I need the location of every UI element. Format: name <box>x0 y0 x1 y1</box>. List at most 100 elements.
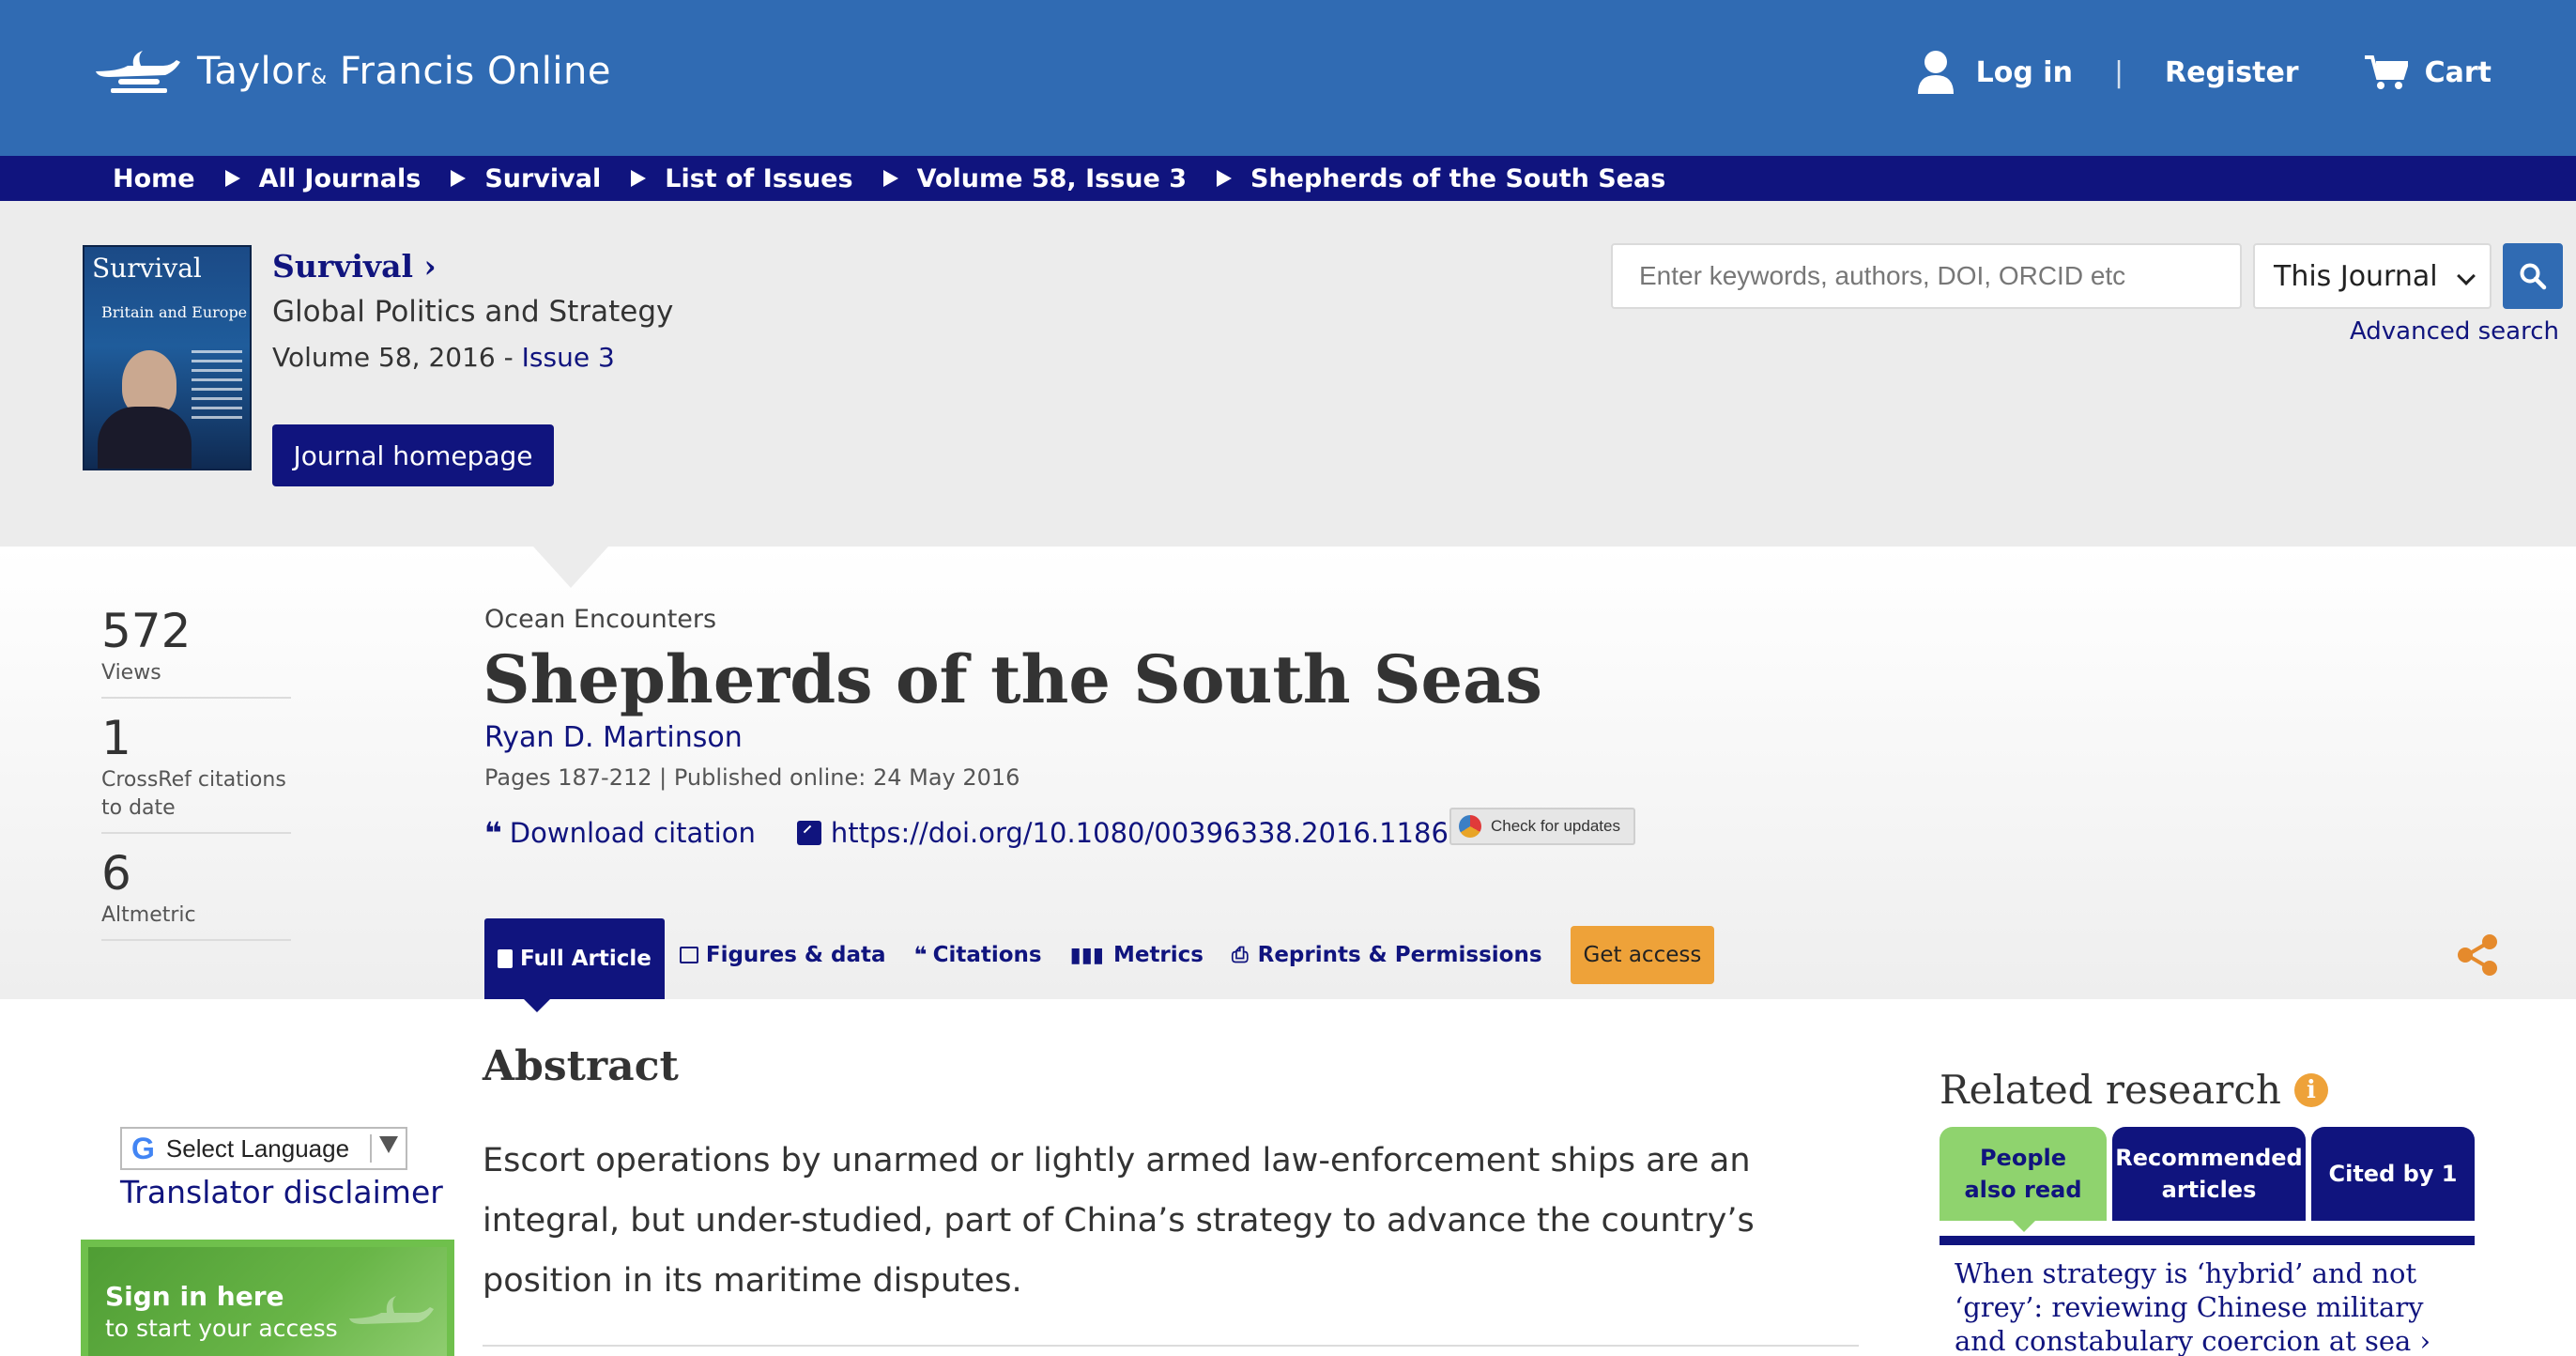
account-links: Log in | Register Cart <box>1916 49 2492 96</box>
search-icon <box>2520 263 2547 290</box>
metric-value: 6 <box>101 846 131 901</box>
document-icon <box>498 949 513 968</box>
article-pages-published: Pages 187-212 | Published online: 24 May… <box>484 764 1020 791</box>
citation-row: ❝ Download citation https://doi.org/10.1… <box>484 815 1500 851</box>
cover-title: Survival <box>92 253 202 284</box>
journal-title-link[interactable]: Survival › <box>272 248 437 285</box>
cover-figure <box>98 407 192 469</box>
crossmark-icon <box>1459 815 1481 838</box>
doi-link[interactable]: https://doi.org/10.1080/00396338.2016.11… <box>831 817 1500 849</box>
related-tabs-bar <box>1940 1236 2475 1245</box>
related-research-heading: Related research i <box>1940 1067 2328 1113</box>
metric-value: 1 <box>101 711 131 765</box>
related-article-link[interactable]: When strategy is ‘hybrid’ and not ‘grey’… <box>1955 1256 2480 1356</box>
info-icon[interactable]: i <box>2293 1072 2328 1107</box>
lamp-watermark-icon <box>349 1296 434 1324</box>
tab-people-also-read[interactable]: People also read <box>1940 1127 2107 1232</box>
cart-link[interactable]: Cart <box>2425 56 2492 89</box>
breadcrumb-arrow-icon <box>1217 170 1232 187</box>
abstract-text: Escort operations by unarmed or lightly … <box>483 1142 1755 1300</box>
advanced-search-link[interactable]: Advanced search <box>2350 317 2559 346</box>
search-scope-select[interactable]: This Journal <box>2253 243 2492 309</box>
tab-recommended-articles[interactable]: Recommended articles <box>2112 1127 2306 1221</box>
journal-subtitle: Global Politics and Strategy <box>272 295 674 329</box>
breadcrumb-survival[interactable]: Survival <box>484 164 601 193</box>
section-pointer <box>533 547 608 588</box>
abstract-heading: Abstract <box>483 1042 679 1090</box>
metric-altmetric[interactable]: 6 Altmetric <box>101 845 291 941</box>
tab-cited-by[interactable]: Cited by 1 <box>2311 1127 2475 1221</box>
metric-label: Altmetric <box>101 903 196 927</box>
related-tabs: People also read Recommended articles Ci… <box>1940 1127 2475 1232</box>
search-button[interactable] <box>2503 243 2563 309</box>
article-title: Shepherds of the South Seas <box>483 640 1542 718</box>
tab-citations[interactable]: ❝ Citations <box>914 926 1042 984</box>
breadcrumb-arrow-icon <box>451 170 467 187</box>
sign-in-banner[interactable]: Sign in here to start your access <box>81 1240 454 1356</box>
sign-in-subtitle: to start your access <box>105 1315 338 1342</box>
chevron-right-icon: › <box>423 248 437 285</box>
printer-icon: ⎙ <box>1232 943 1249 967</box>
lamp-logo-icon <box>96 51 180 93</box>
breadcrumb-list-of-issues[interactable]: List of Issues <box>665 164 852 193</box>
cart-icon[interactable] <box>2364 54 2408 91</box>
google-icon: G <box>131 1131 155 1165</box>
quote-icon: ❝ <box>913 942 928 968</box>
bar-chart-icon: ▮▮▮ <box>1069 943 1104 967</box>
breadcrumb: Home All Journals Survival List of Issue… <box>0 156 2576 201</box>
tab-full-article[interactable]: Full Article <box>484 918 665 1012</box>
chevron-right-icon: › <box>2419 1325 2431 1356</box>
tab-metrics[interactable]: ▮▮▮ Metrics <box>1070 926 1204 984</box>
article-tabs: Full Article Figures & data ❝ Citations … <box>484 913 1715 1012</box>
language-select[interactable]: G Select Language <box>120 1127 407 1170</box>
share-icon[interactable] <box>2456 933 2499 977</box>
image-icon <box>679 947 698 963</box>
article-section-label: Ocean Encounters <box>484 605 717 634</box>
user-icon[interactable] <box>1916 49 1955 96</box>
issue-link[interactable]: Issue 3 <box>522 342 615 373</box>
author-link[interactable]: Ryan D. Martinson <box>484 721 743 754</box>
quote-icon: ❝ <box>484 815 502 851</box>
search-scope-value: This Journal <box>2274 259 2438 293</box>
cover-text-lines <box>192 350 242 425</box>
breadcrumb-arrow-icon <box>224 170 240 187</box>
register-link[interactable]: Register <box>2165 56 2299 89</box>
language-select-label: Select Language <box>165 1133 350 1163</box>
dropdown-arrow-icon <box>379 1136 398 1153</box>
article-metrics: 572 Views 1 CrossRef citations to date 6… <box>101 603 291 952</box>
select-divider <box>370 1134 372 1163</box>
breadcrumb-home[interactable]: Home <box>113 164 195 193</box>
login-link[interactable]: Log in <box>1976 56 2073 89</box>
journal-volume: Volume 58, 2016 - Issue 3 <box>272 342 615 373</box>
metric-crossref[interactable]: 1 CrossRef citations to date <box>101 710 291 834</box>
article-header: 572 Views 1 CrossRef citations to date 6… <box>0 547 2576 1012</box>
check-updates-label: Check for updates <box>1491 817 1620 835</box>
metric-views[interactable]: 572 Views <box>101 603 291 699</box>
check-for-updates-button[interactable]: Check for updates <box>1449 808 1635 845</box>
breadcrumb-all-journals[interactable]: All Journals <box>259 164 422 193</box>
logo-text: Taylor& Francis Online <box>197 50 611 93</box>
header-separator: | <box>2113 55 2124 89</box>
chevron-down-icon <box>2457 267 2476 285</box>
breadcrumb-arrow-icon <box>631 170 647 187</box>
metric-label: CrossRef citations to date <box>101 768 286 820</box>
sign-in-title: Sign in here <box>105 1281 284 1312</box>
metric-label: Views <box>101 661 161 685</box>
tab-figures-data[interactable]: Figures & data <box>679 926 886 984</box>
abstract-divider <box>483 1345 1859 1347</box>
translator-disclaimer-link[interactable]: Translator disclaimer <box>120 1174 443 1210</box>
cover-subtitle: Britain and Europe <box>101 303 248 321</box>
get-access-button[interactable]: Get access <box>1570 926 1715 984</box>
download-citation-link[interactable]: Download citation <box>510 817 756 849</box>
breadcrumb-arrow-icon <box>882 170 898 187</box>
breadcrumb-current-article[interactable]: Shepherds of the South Seas <box>1250 164 1665 193</box>
breadcrumb-volume-issue[interactable]: Volume 58, Issue 3 <box>917 164 1187 193</box>
journal-homepage-button[interactable]: Journal homepage <box>272 424 554 486</box>
journal-header: Survival Britain and Europe Survival › G… <box>0 201 2576 547</box>
external-link-icon <box>796 821 821 845</box>
tab-reprints-permissions[interactable]: ⎙ Reprints & Permissions <box>1232 926 1542 984</box>
journal-cover-image[interactable]: Survival Britain and Europe <box>83 245 252 470</box>
site-header: Taylor& Francis Online Log in | Register… <box>0 0 2576 156</box>
site-logo[interactable]: Taylor& Francis Online <box>90 43 611 100</box>
search-input[interactable]: Enter keywords, authors, DOI, ORCID etc <box>1611 243 2242 309</box>
